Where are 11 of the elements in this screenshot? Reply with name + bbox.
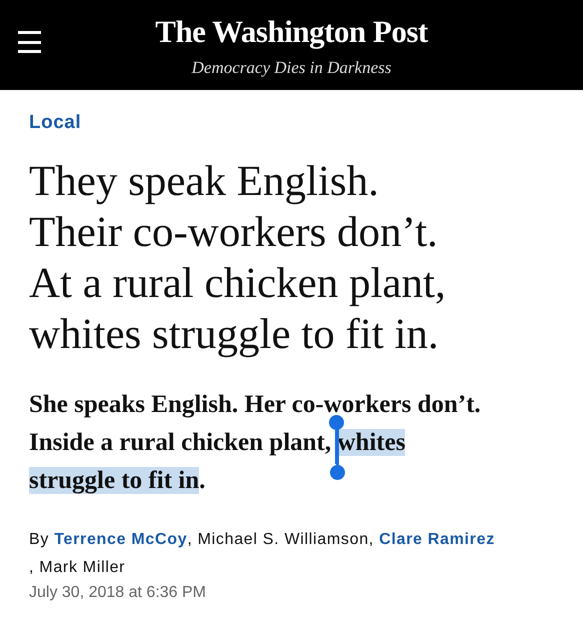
headline: They speak English. Their co-workers don’t. At a rural chicken plant, whites struggle to fit in. [29, 157, 447, 360]
menu-icon[interactable] [18, 31, 41, 53]
byline-text: , Michael S. Williamson, [187, 530, 375, 550]
author-link[interactable]: Clare Ramirez [379, 531, 495, 548]
section-link[interactable]: Local [29, 112, 82, 134]
byline-text: , Mark Miller [29, 558, 126, 578]
byline-text: By [29, 530, 50, 550]
logo[interactable]: The Washington Post [155, 12, 428, 52]
author-link[interactable]: Terrence McCoy [54, 531, 188, 548]
tagline: Democracy Dies in Darkness [192, 58, 392, 78]
publish-date: July 30, 2018 at 6:36 PM [29, 584, 206, 602]
